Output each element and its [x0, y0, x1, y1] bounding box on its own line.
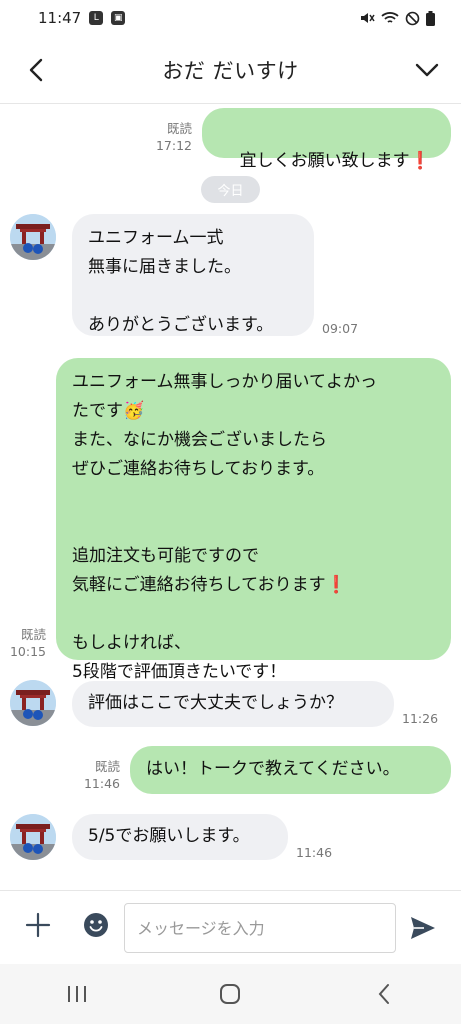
message-bubble-in[interactable]: ユニフォーム一式 無事に届きました。 ありがとうございます。: [72, 214, 314, 336]
notification-app-icon: ▣: [111, 11, 126, 25]
avatar[interactable]: [10, 680, 56, 726]
status-left: 11:47 L ▣: [38, 9, 126, 27]
read-label: 既読: [94, 759, 120, 774]
system-back-button[interactable]: [354, 974, 414, 1014]
send-button[interactable]: [408, 913, 438, 943]
home-button[interactable]: [200, 974, 260, 1014]
home-icon: [220, 984, 241, 1004]
send-icon: [411, 917, 435, 939]
chat-header: おだ だいすけ: [0, 36, 461, 104]
message-meta: 既読 10:15: [6, 626, 46, 660]
read-label: 既読: [166, 121, 192, 136]
plus-icon: [25, 912, 51, 938]
message-time: 17:12: [155, 138, 192, 153]
notification-l-icon: L: [89, 11, 104, 25]
menu-toggle-button[interactable]: [409, 52, 445, 88]
message-text-part3: もしよければ、 5段階で評価頂きたいです！: [72, 633, 287, 682]
message-bubble-out[interactable]: 宜しくお願い致します❗: [202, 108, 451, 171]
avatar[interactable]: [10, 814, 56, 860]
recent-apps-button[interactable]: [47, 974, 107, 1014]
status-time: 11:47: [38, 9, 82, 27]
message-input-bar: [0, 890, 461, 964]
back-arrow-icon: [378, 984, 390, 1004]
exclamation-emoji-icon: ❗: [325, 575, 347, 595]
message-text-part2: また、なにか機会ございましたら ぜひご連絡お待ちしております。 追加注文も可能で…: [72, 430, 327, 595]
message-time: 09:07: [322, 321, 359, 336]
avatar[interactable]: [10, 214, 56, 260]
message-text-part1: ユニフォーム無事しっかり届いてよかっ たです: [72, 372, 377, 421]
message-time: 10:15: [9, 644, 46, 659]
message-time: 11:46: [296, 845, 333, 860]
message-text: 宜しくお願い致します: [239, 151, 410, 171]
dnd-icon: [405, 11, 420, 25]
smiley-icon: [84, 913, 108, 937]
emoji-button[interactable]: [82, 911, 110, 939]
message-time: 11:46: [83, 776, 120, 791]
read-label: 既読: [20, 627, 46, 642]
message-bubble-out[interactable]: はい！トークで教えてください。: [130, 746, 451, 794]
status-bar: 11:47 L ▣: [0, 0, 461, 36]
avatar-image: [10, 680, 56, 726]
message-time: 11:26: [402, 711, 439, 726]
party-emoji-icon: 🥳: [123, 401, 145, 421]
avatar-image: [10, 814, 56, 860]
battery-icon: [426, 10, 435, 26]
chevron-down-icon: [415, 63, 439, 77]
avatar-image: [10, 214, 56, 260]
mute-icon: [361, 13, 375, 23]
message-bubble-in[interactable]: 評価はここで大丈夫でしょうか？: [72, 681, 394, 727]
exclamation-emoji-icon: ❗: [409, 151, 431, 171]
chevron-left-icon: [29, 58, 43, 82]
system-nav-bar: [0, 964, 461, 1024]
chat-title: おだ だいすけ: [162, 58, 299, 83]
message-bubble-out[interactable]: ユニフォーム無事しっかり届いてよかっ たです🥳 また、なにか機会ございましたら …: [56, 358, 451, 682]
back-button[interactable]: [18, 52, 54, 88]
status-right: [359, 10, 435, 26]
message-meta: 既読 17:12: [148, 120, 192, 154]
date-divider: 今日: [201, 176, 260, 203]
message-input[interactable]: [124, 903, 396, 953]
chat-area[interactable]: 既読 17:12 宜しくお願い致します❗ 今日 ユニフォーム一式 無事に届きまし…: [0, 104, 461, 890]
message-meta: 既読 11:46: [78, 758, 120, 792]
recent-apps-icon: [67, 986, 86, 1002]
message-bubble-in[interactable]: 5/5でお願いします。: [72, 814, 288, 860]
add-attachment-button[interactable]: [22, 909, 54, 941]
wifi-icon: [381, 12, 399, 23]
